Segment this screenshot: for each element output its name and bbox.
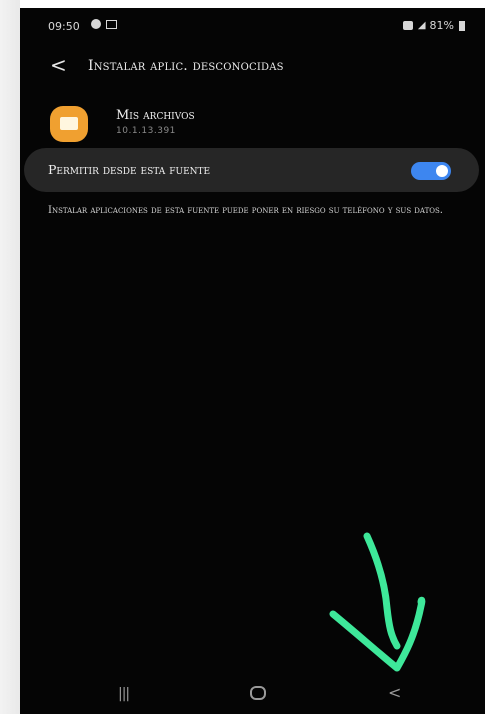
messenger-icon [91, 19, 101, 29]
navigation-bar: ||| < [20, 674, 485, 714]
notification-icons [91, 19, 117, 29]
app-header: < Instalar aplic. desconocidas [20, 46, 485, 86]
status-time: 09:50 [48, 20, 80, 33]
page-title: Instalar aplic. desconocidas [88, 58, 284, 74]
app-version: 10.1.13.391 [116, 126, 176, 136]
allow-source-label: Permitir desde esta fuente [48, 162, 211, 177]
back-icon[interactable]: < [388, 683, 401, 702]
screenshot-canvas: 09:50 ◢ 81% < Instalar aplic. desconocid… [0, 0, 500, 714]
recents-icon[interactable]: ||| [118, 686, 130, 702]
toggle-knob [436, 165, 448, 177]
alarm-icon [402, 21, 413, 30]
status-right: ◢ 81% [402, 19, 465, 32]
folder-icon [50, 106, 88, 142]
signal-icon: ◢ [417, 20, 426, 31]
battery-icon [459, 20, 465, 31]
chevron-left-icon[interactable]: < [50, 55, 67, 75]
warning-text: Instalar aplicaciones de esta fuente pue… [48, 205, 443, 216]
app-name: Mis archivos [116, 108, 195, 123]
battery-percent: 81% [429, 19, 454, 32]
phone-screen: 09:50 ◢ 81% < Instalar aplic. desconocid… [20, 8, 485, 714]
allow-source-setting[interactable]: Permitir desde esta fuente [24, 148, 479, 192]
app-info: Mis archivos 10.1.13.391 [20, 102, 485, 152]
home-icon[interactable] [250, 686, 266, 700]
allow-source-toggle[interactable] [411, 162, 451, 180]
gallery-icon [106, 19, 117, 29]
status-bar: 09:50 ◢ 81% [20, 8, 485, 42]
background-edge [0, 0, 20, 714]
hand-drawn-arrow-icon [329, 532, 426, 672]
